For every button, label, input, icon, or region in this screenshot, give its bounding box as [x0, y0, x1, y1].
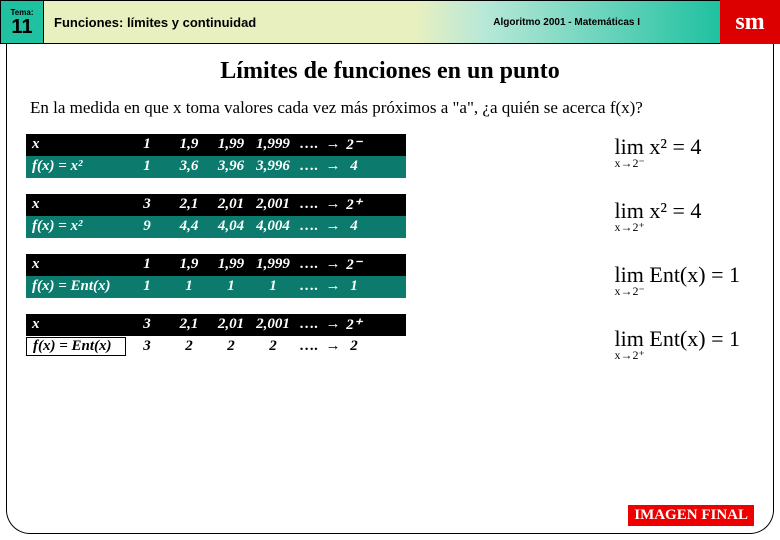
title-bar: Funciones: límites y continuidad Algorit… — [44, 0, 720, 44]
cell: 2,01 — [210, 316, 252, 333]
cell: 2 — [210, 338, 252, 355]
cell: 4,4 — [168, 218, 210, 235]
cell-label: x — [26, 136, 126, 153]
cell: 3,96 — [210, 158, 252, 175]
table-3: x 1 1,9 1,99 1,999 …. → 2⁻ f(x) = Ent(x)… — [26, 254, 406, 298]
imagen-final-button[interactable]: IMAGEN FINAL — [628, 505, 754, 526]
cell: 1,999 — [252, 256, 294, 273]
cell: …. — [294, 218, 324, 235]
cell: 3 — [126, 196, 168, 213]
cell: 1 — [126, 278, 168, 295]
formula-sub: x→2⁺ — [615, 348, 645, 363]
cell-label: x — [26, 316, 126, 333]
arrow-icon: → — [324, 218, 342, 235]
cell: 4 — [342, 218, 366, 235]
table-1: x 1 1,9 1,99 1,999 …. → 2⁻ f(x) = x² 1 3… — [26, 134, 406, 178]
formula-sub: x→2⁻ — [615, 156, 645, 171]
cell: …. — [294, 278, 324, 295]
arrow-icon: → — [324, 136, 342, 153]
formula-2: lim x² = 4 x→2⁺ — [615, 198, 740, 224]
book-title: Algoritmo 2001 - Matemáticas I — [493, 17, 640, 28]
cell: 1 — [210, 278, 252, 295]
cell: 2⁺ — [342, 315, 366, 334]
cell: 3 — [126, 316, 168, 333]
table-4: x 3 2,1 2,01 2,001 …. → 2⁺ f(x) = Ent(x)… — [26, 314, 406, 358]
tema-box: Tema: 11 — [0, 0, 44, 44]
formulas-area: lim x² = 4 x→2⁻ lim x² = 4 x→2⁺ lim Ent(… — [615, 134, 740, 390]
cell: 3,6 — [168, 158, 210, 175]
table-row: f(x) = x² 9 4,4 4,04 4,004 …. → 4 — [26, 216, 406, 238]
arrow-icon: → — [324, 316, 342, 333]
formula-3: lim Ent(x) = 1 x→2⁻ — [615, 262, 740, 288]
cell: 2 — [252, 338, 294, 355]
formula-4: lim Ent(x) = 1 x→2⁺ — [615, 326, 740, 352]
cell: 1,999 — [252, 136, 294, 153]
tema-number: 11 — [11, 17, 32, 37]
cell: …. — [294, 338, 324, 355]
table-row: x 3 2,1 2,01 2,001 …. → 2⁺ — [26, 194, 406, 216]
cell: 9 — [126, 218, 168, 235]
tables-area: x 1 1,9 1,99 1,999 …. → 2⁻ f(x) = x² 1 3… — [26, 134, 406, 358]
cell: 1 — [126, 136, 168, 153]
cell: 1,9 — [168, 256, 210, 273]
cell: 1 — [126, 158, 168, 175]
cell: 1,99 — [210, 136, 252, 153]
formula-sub: x→2⁺ — [615, 220, 645, 235]
table-row: f(x) = Ent(x) 1 1 1 1 …. → 1 — [26, 276, 406, 298]
cell-label: x — [26, 196, 126, 213]
cell: …. — [294, 196, 324, 213]
arrow-icon: → — [324, 158, 342, 175]
chapter-title: Funciones: límites y continuidad — [54, 15, 256, 30]
cell: 1 — [126, 256, 168, 273]
cell: 1,99 — [210, 256, 252, 273]
cell: 2,01 — [210, 196, 252, 213]
table-row: x 3 2,1 2,01 2,001 …. → 2⁺ — [26, 314, 406, 336]
cell: 2⁻ — [342, 255, 366, 274]
table-row: x 1 1,9 1,99 1,999 …. → 2⁻ — [26, 254, 406, 276]
cell-label: f(x) = x² — [26, 158, 126, 175]
cell: …. — [294, 136, 324, 153]
table-2: x 3 2,1 2,01 2,001 …. → 2⁺ f(x) = x² 9 4… — [26, 194, 406, 238]
cell: 2,001 — [252, 316, 294, 333]
table-row: f(x) = x² 1 3,6 3,96 3,996 …. → 4 — [26, 156, 406, 178]
cell: 3 — [126, 338, 168, 355]
cell-label: f(x) = Ent(x) — [26, 278, 126, 295]
cell: …. — [294, 256, 324, 273]
formula-1: lim x² = 4 x→2⁻ — [615, 134, 740, 160]
cell-label: f(x) = x² — [26, 218, 126, 235]
arrow-icon: → — [324, 196, 342, 213]
sm-logo: sm — [720, 0, 780, 44]
table-row: x 1 1,9 1,99 1,999 …. → 2⁻ — [26, 134, 406, 156]
header-bar: Tema: 11 Funciones: límites y continuida… — [0, 0, 780, 44]
arrow-icon: → — [324, 338, 342, 355]
arrow-icon: → — [324, 278, 342, 295]
cell: 2,1 — [168, 316, 210, 333]
arrow-icon: → — [324, 256, 342, 273]
cell: 2⁻ — [342, 135, 366, 154]
cell: 2 — [342, 338, 366, 355]
content-area: x 1 1,9 1,99 1,999 …. → 2⁻ f(x) = x² 1 3… — [0, 134, 780, 358]
cell: …. — [294, 316, 324, 333]
cell: 1 — [252, 278, 294, 295]
cell-label: x — [26, 256, 126, 273]
cell: …. — [294, 158, 324, 175]
cell: 1,9 — [168, 136, 210, 153]
cell: 2⁺ — [342, 195, 366, 214]
table-row: f(x) = Ent(x) 3 2 2 2 …. → 2 — [26, 336, 406, 358]
cell: 2 — [168, 338, 210, 355]
cell: 1 — [342, 278, 366, 295]
cell: 3,996 — [252, 158, 294, 175]
cell: 4,04 — [210, 218, 252, 235]
cell: 2,1 — [168, 196, 210, 213]
cell: 2,001 — [252, 196, 294, 213]
cell: 4,004 — [252, 218, 294, 235]
cell: 4 — [342, 158, 366, 175]
formula-sub: x→2⁻ — [615, 284, 645, 299]
cell-label: f(x) = Ent(x) — [26, 337, 126, 356]
cell: 1 — [168, 278, 210, 295]
